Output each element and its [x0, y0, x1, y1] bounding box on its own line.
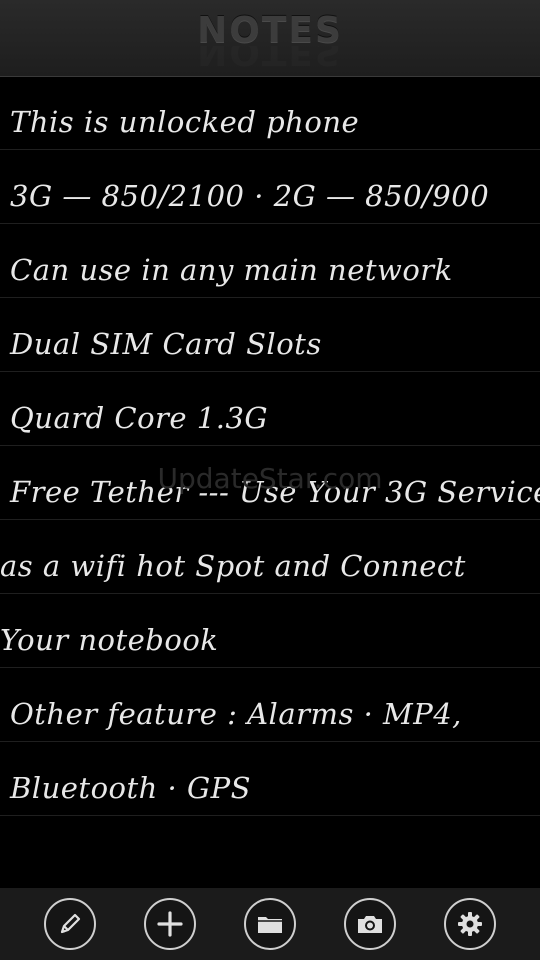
bottom-toolbar — [0, 888, 540, 960]
note-line[interactable]: 3G — 850/2100 · 2G — 850/900 — [0, 150, 540, 224]
note-line-text: 3G — 850/2100 · 2G — 850/900 — [10, 179, 490, 213]
note-line-text: Can use in any main network — [10, 253, 453, 287]
settings-button[interactable] — [444, 898, 496, 950]
note-line[interactable]: This is unlocked phone — [0, 76, 540, 150]
note-line-text: Your notebook — [0, 623, 219, 657]
folder-icon — [256, 912, 284, 936]
add-note-button[interactable] — [144, 898, 196, 950]
note-line[interactable]: Free Tether --- Use Your 3G Service — [0, 446, 540, 520]
title-bar: NOTES NOTES — [0, 0, 540, 77]
note-line-text: Quard Core 1.3G — [10, 401, 269, 435]
note-line-text: This is unlocked phone — [10, 105, 360, 139]
note-line-text: Dual SIM Card Slots — [10, 327, 322, 361]
plus-icon — [156, 910, 184, 938]
note-line-text: Free Tether --- Use Your 3G Service — [10, 475, 540, 509]
camera-button[interactable] — [344, 898, 396, 950]
note-line[interactable]: Bluetooth · GPS — [0, 742, 540, 816]
open-folder-button[interactable] — [244, 898, 296, 950]
app-title: NOTES — [197, 10, 343, 51]
note-line-text: Bluetooth · GPS — [10, 771, 252, 805]
note-lines[interactable]: This is unlocked phone 3G — 850/2100 · 2… — [0, 76, 540, 890]
note-line-empty[interactable] — [0, 816, 540, 890]
note-line[interactable]: Your notebook — [0, 594, 540, 668]
note-line[interactable]: Dual SIM Card Slots — [0, 298, 540, 372]
edit-button[interactable] — [44, 898, 96, 950]
gear-icon — [456, 910, 484, 938]
app-title-reflection: NOTES — [197, 46, 343, 72]
note-line[interactable]: Can use in any main network — [0, 224, 540, 298]
note-line-text: as a wifi hot Spot and Connect — [0, 549, 466, 583]
note-line-text: Other feature : Alarms · MP4, — [10, 697, 462, 731]
note-line[interactable]: as a wifi hot Spot and Connect — [0, 520, 540, 594]
pencil-icon — [57, 911, 83, 937]
notes-app: NOTES NOTES This is unlocked phone 3G — … — [0, 0, 540, 960]
camera-icon — [356, 912, 384, 936]
note-line[interactable]: Other feature : Alarms · MP4, — [0, 668, 540, 742]
note-line[interactable]: Quard Core 1.3G — [0, 372, 540, 446]
